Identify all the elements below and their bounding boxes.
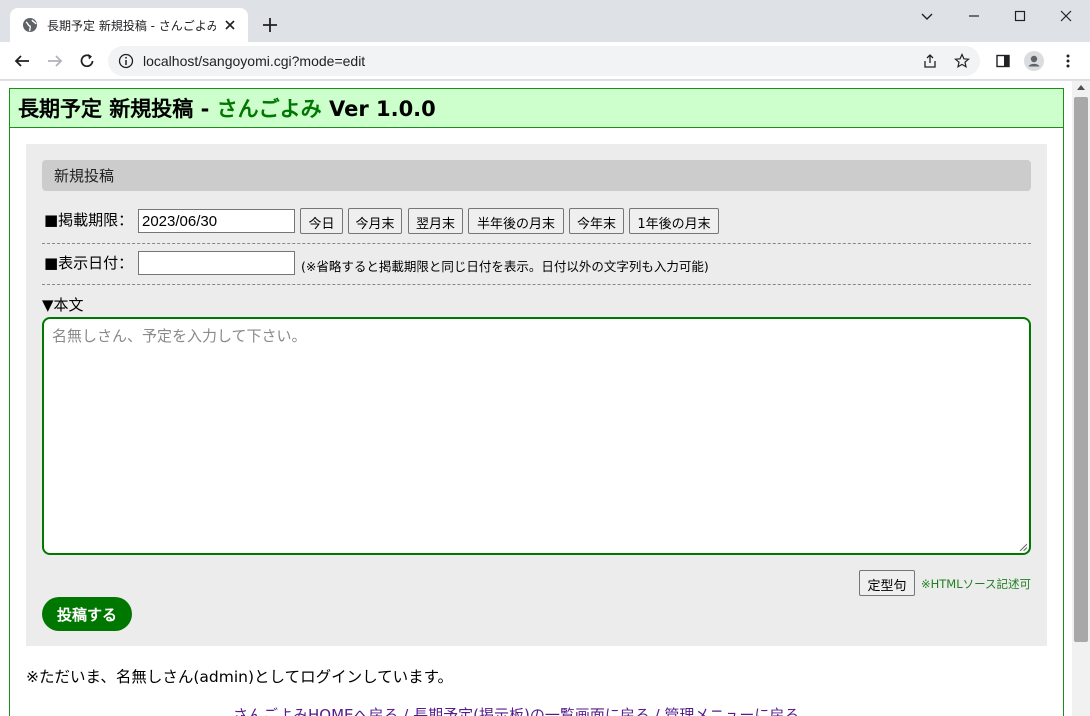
scroll-up-arrow-icon[interactable] (1077, 85, 1085, 90)
info-icon[interactable] (118, 53, 134, 69)
reload-icon[interactable] (75, 49, 99, 73)
scrollbar-thumb[interactable] (1074, 97, 1088, 642)
url-text: localhost/sangoyomi.cgi?mode=edit (143, 53, 366, 69)
section-title: 新規投稿 (42, 160, 1031, 191)
link-separator: / (649, 706, 665, 716)
one-year-end-button[interactable]: 1年後の月末 (629, 208, 719, 234)
divider (42, 284, 1031, 285)
body-label: ▼本文 (42, 296, 84, 314)
forward-icon[interactable] (43, 49, 67, 73)
profile-avatar-icon[interactable] (1024, 51, 1044, 71)
body-placeholder: 名無しさん、予定を入力して下さい。 (52, 327, 307, 345)
back-icon[interactable] (10, 49, 34, 73)
share-icon[interactable] (922, 53, 938, 69)
login-status-message: ※ただいま、名無しさん(admin)としてログインしています。 (26, 668, 454, 686)
display-date-row: ■表示日付： (※省略すると掲載期限と同じ日付を表示。日付以外の文字列も入力可能… (42, 249, 1031, 279)
side-panel-icon[interactable] (993, 51, 1013, 71)
page-title-main: 長期予定 新規投稿 - (18, 97, 217, 121)
display-date-input[interactable] (138, 251, 295, 275)
end-of-month-button[interactable]: 今月末 (348, 208, 402, 234)
body-textarea[interactable]: 名無しさん、予定を入力して下さい。 (42, 317, 1031, 555)
vertical-scrollbar[interactable] (1072, 81, 1090, 716)
end-of-next-month-button[interactable]: 翌月末 (408, 208, 463, 234)
today-button[interactable]: 今日 (300, 208, 343, 234)
tab-search-icon[interactable] (904, 0, 950, 32)
html-allowed-note: ※HTMLソース記述可 (921, 577, 1032, 591)
maximize-icon[interactable] (997, 0, 1043, 32)
divider (42, 243, 1031, 244)
page-viewport: 長期予定 新規投稿 - さんごよみ Ver 1.0.0 新規投稿 ■掲載期限： … (0, 81, 1072, 716)
submit-post-button[interactable]: 投稿する (42, 597, 132, 631)
end-of-year-button[interactable]: 今年末 (569, 208, 624, 234)
display-date-label: ■表示日付： (44, 254, 134, 272)
expiry-row: ■掲載期限： 今日 今月末 翌月末 半年後の月末 今年末 1年後の月末 (42, 207, 1031, 237)
footer-links: さんごよみHOMEへ戻る / 長期予定(掲示板)の一覧画面に戻る / 管理メニュ… (233, 704, 799, 716)
browser-tab-bar: 長期予定 新規投稿 - さんごよみ Ver 1.0.0 (0, 0, 1090, 42)
expiry-label: ■掲載期限： (44, 211, 134, 229)
brand-name: さんごよみ (216, 97, 322, 121)
link-separator: / (398, 706, 414, 716)
browser-tab[interactable]: 長期予定 新規投稿 - さんごよみ Ver 1.0.0 (10, 8, 248, 42)
browser-toolbar: localhost/sangoyomi.cgi?mode=edit (0, 42, 1090, 80)
window-close-icon[interactable] (1043, 0, 1089, 32)
home-link[interactable]: さんごよみHOMEへ戻る (233, 706, 399, 716)
globe-icon (23, 18, 37, 32)
template-phrase-button[interactable]: 定型句 (859, 570, 915, 596)
new-tab-icon[interactable] (260, 15, 280, 35)
page-title: 長期予定 新規投稿 - さんごよみ Ver 1.0.0 (18, 93, 436, 123)
tab-title: 長期予定 新規投稿 - さんごよみ Ver 1.0.0 (47, 18, 216, 33)
expiry-date-input[interactable] (138, 209, 295, 233)
bookmark-star-icon[interactable] (954, 53, 970, 69)
board-list-link[interactable]: 長期予定(掲示板)の一覧画面に戻る (413, 706, 650, 716)
display-date-hint: (※省略すると掲載期限と同じ日付を表示。日付以外の文字列も入力可能) (301, 259, 709, 274)
close-icon[interactable] (222, 17, 238, 33)
six-months-end-button[interactable]: 半年後の月末 (468, 208, 564, 234)
menu-kebab-icon[interactable] (1058, 51, 1078, 71)
address-bar[interactable]: localhost/sangoyomi.cgi?mode=edit (108, 46, 980, 76)
site-header: 長期予定 新規投稿 - さんごよみ Ver 1.0.0 (9, 88, 1064, 128)
resize-grip-icon[interactable] (1019, 543, 1027, 551)
admin-menu-link[interactable]: 管理メニューに戻る (664, 706, 799, 716)
version-label: Ver 1.0.0 (321, 97, 436, 121)
post-form-panel: 新規投稿 ■掲載期限： 今日 今月末 翌月末 半年後の月末 今年末 1年後の月末… (26, 144, 1047, 646)
minimize-icon[interactable] (951, 0, 997, 32)
